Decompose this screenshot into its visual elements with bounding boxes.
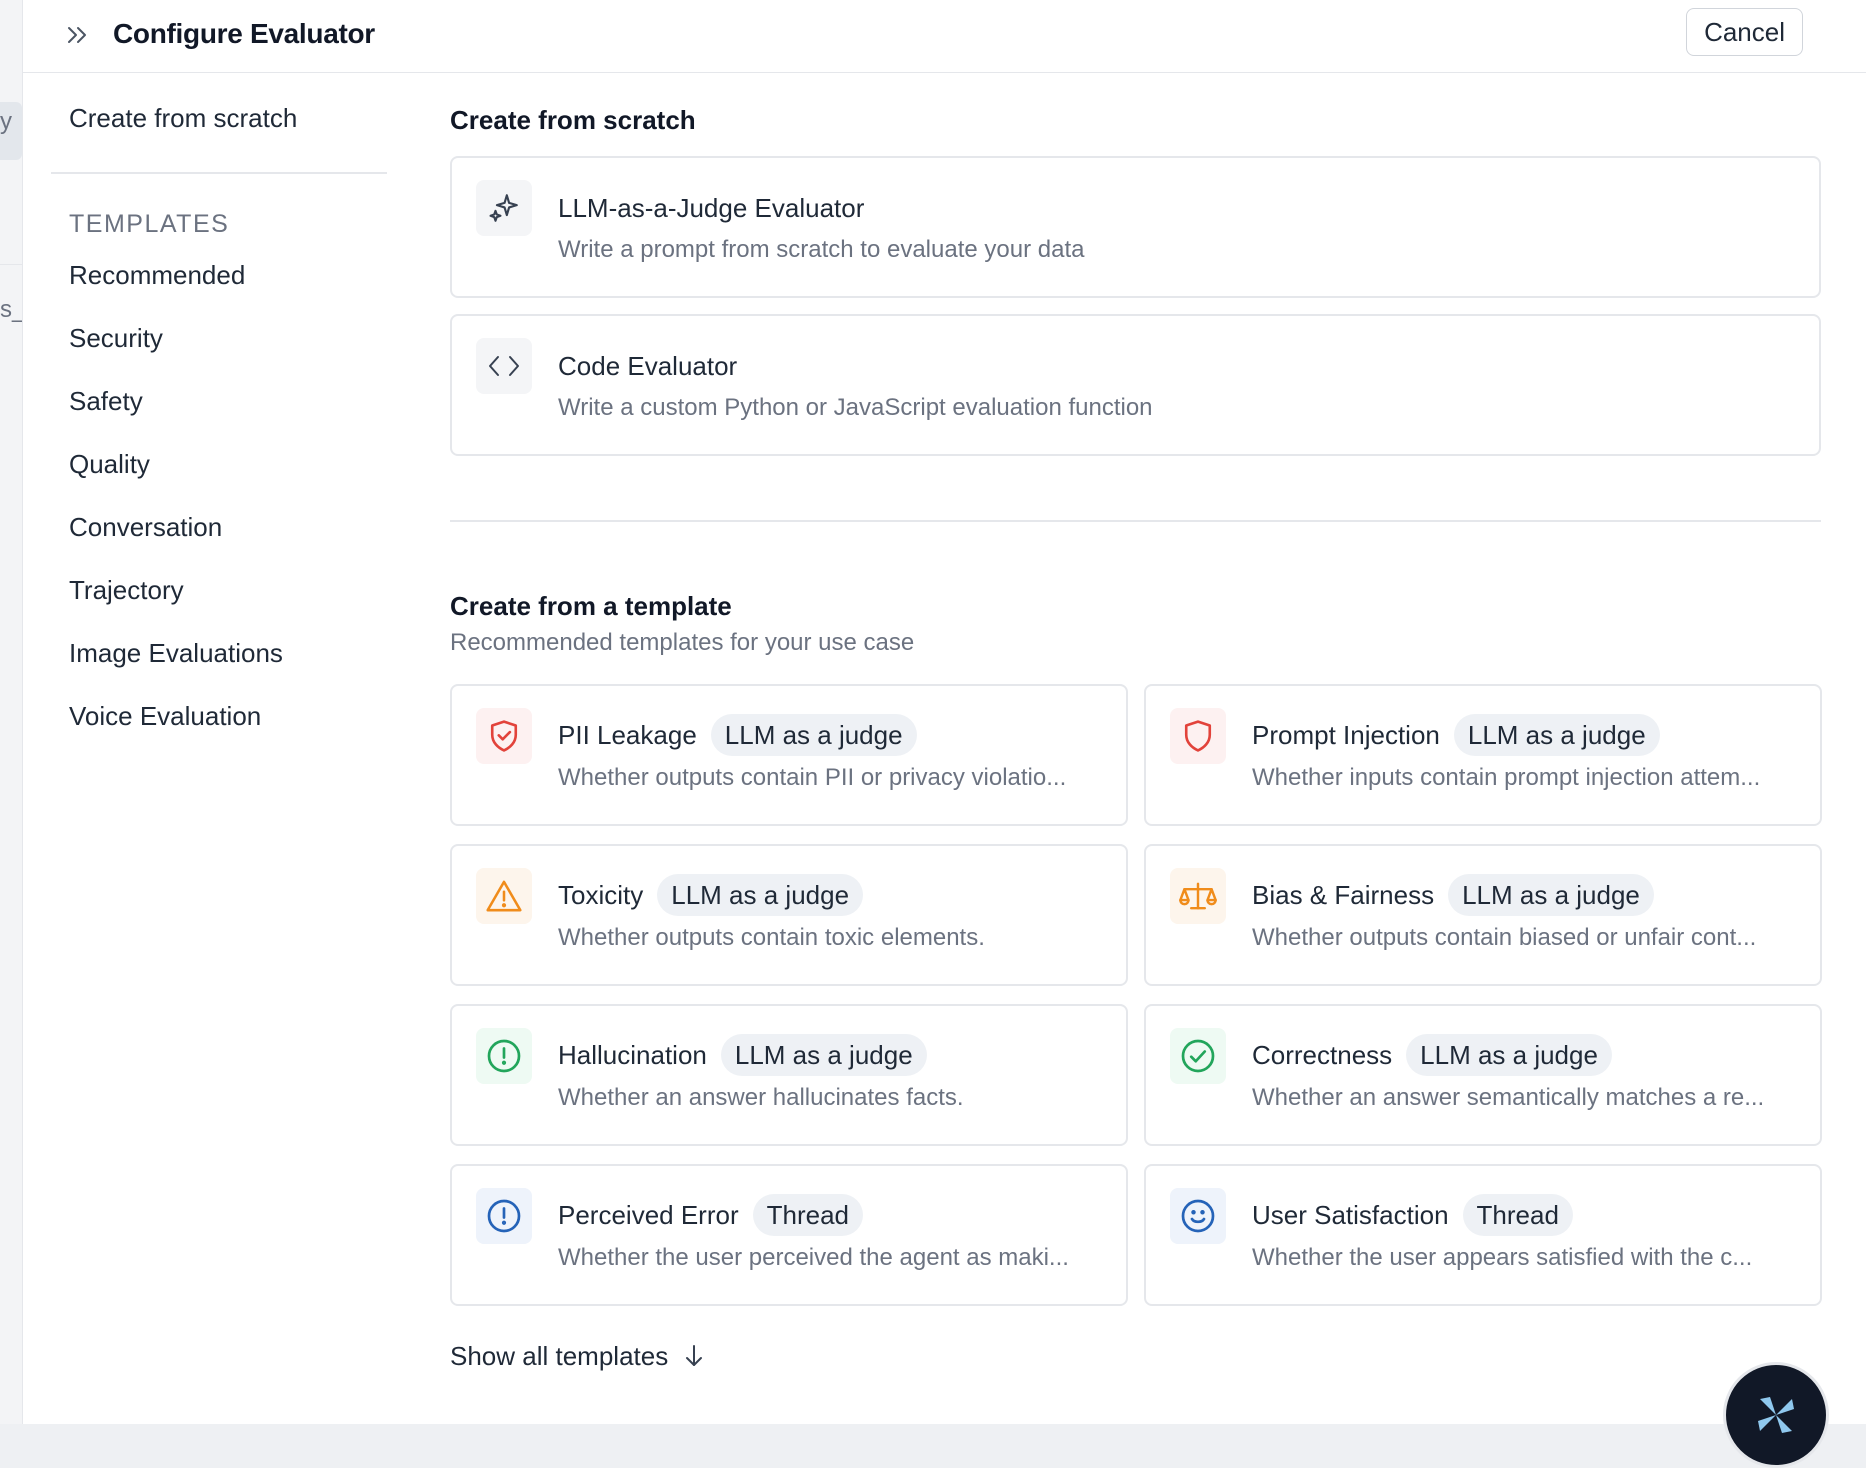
card-title-row: Bias & Fairness LLM as a judge xyxy=(1252,874,1654,916)
warning-icon xyxy=(486,880,522,912)
background-app: y s_ xyxy=(0,0,25,1424)
scratch-section-title: Create from scratch xyxy=(450,105,696,135)
chevrons-right-icon xyxy=(68,27,86,43)
template-card-pii-leakage[interactable]: PII Leakage LLM as a judge Whether outpu… xyxy=(450,684,1128,826)
page-title: Configure Evaluator xyxy=(113,18,375,49)
card-icon-container xyxy=(1170,708,1226,764)
card-title: Prompt Injection xyxy=(1252,720,1440,750)
card-title-row: PII Leakage LLM as a judge xyxy=(558,714,917,756)
card-description: Whether outputs contain PII or privacy v… xyxy=(558,764,1067,791)
card-title: Bias & Fairness xyxy=(1252,880,1435,910)
smile-icon xyxy=(1181,1199,1215,1233)
arrow-down-icon xyxy=(686,1345,703,1366)
section-divider xyxy=(450,520,1821,522)
evaluator-type-badge: LLM as a judge xyxy=(1448,874,1654,916)
template-card-bias-fairness[interactable]: Bias & Fairness LLM as a judge Whether o… xyxy=(1144,844,1822,986)
nav-item-voice-evaluation[interactable]: Voice Evaluation xyxy=(69,685,387,748)
card-title: PII Leakage xyxy=(558,720,697,750)
card-description: Whether outputs contain toxic elements. xyxy=(558,924,985,951)
card-description: Whether inputs contain prompt injection … xyxy=(1252,764,1761,791)
card-title: Code Evaluator xyxy=(558,351,738,381)
card-title: Toxicity xyxy=(558,880,644,910)
card-icon-container xyxy=(476,868,532,924)
template-grid: PII Leakage LLM as a judge Whether outpu… xyxy=(450,684,1822,1306)
card-description: Whether an answer semantically matches a… xyxy=(1252,1084,1765,1111)
assistant-logo-icon xyxy=(1758,1397,1794,1433)
alert-circle-icon xyxy=(487,1199,521,1233)
nav-item-recommended[interactable]: Recommended xyxy=(69,244,387,307)
evaluator-type-badge: LLM as a judge xyxy=(1453,714,1660,756)
main-content: Create from scratch LLM-as-a-Judge Evalu… xyxy=(450,100,1822,1376)
card-icon-container xyxy=(476,180,532,236)
card-description: Whether the user appears satisfied with … xyxy=(1252,1244,1753,1271)
card-description: Write a custom Python or JavaScript eval… xyxy=(558,394,1153,421)
template-card-toxicity[interactable]: Toxicity LLM as a judge Whether outputs … xyxy=(450,844,1128,986)
template-card-correctness[interactable]: Correctness LLM as a judge Whether an an… xyxy=(1144,1004,1822,1146)
evaluator-type-badge: LLM as a judge xyxy=(710,714,917,756)
card-icon-container xyxy=(1170,1028,1226,1084)
check-circle-icon xyxy=(1181,1039,1215,1073)
evaluator-type-badge: Thread xyxy=(752,1194,864,1236)
background-divider xyxy=(0,264,22,265)
evaluator-type-badge: LLM as a judge xyxy=(657,874,864,916)
card-icon-container xyxy=(476,708,532,764)
card-title-row: Perceived Error Thread xyxy=(558,1194,864,1236)
card-title: LLM-as-a-Judge Evaluator xyxy=(558,193,865,223)
card-icon-container xyxy=(476,1028,532,1084)
card-description: Write a prompt from scratch to evaluate … xyxy=(558,236,1085,263)
template-card-user-satisfaction[interactable]: User Satisfaction Thread Whether the use… xyxy=(1144,1164,1822,1306)
card-title-row: Hallucination LLM as a judge xyxy=(558,1034,927,1076)
nav-item-safety[interactable]: Safety xyxy=(69,370,387,433)
card-icon-container xyxy=(1170,1188,1226,1244)
code-icon xyxy=(489,356,519,376)
card-title-row: Prompt Injection LLM as a judge xyxy=(1252,714,1660,756)
cancel-button[interactable]: Cancel xyxy=(1686,8,1803,56)
card-title: Hallucination xyxy=(558,1040,707,1070)
assistant-launcher-button[interactable] xyxy=(1723,1362,1829,1468)
card-title-row: Toxicity LLM as a judge xyxy=(558,874,864,916)
template-category-nav: Create from scratch TEMPLATES Recommende… xyxy=(51,100,387,748)
card-description: Whether an answer hallucinates facts. xyxy=(558,1084,964,1111)
evaluator-type-badge: LLM as a judge xyxy=(720,1034,927,1076)
card-description: Whether outputs contain biased or unfair… xyxy=(1252,924,1757,951)
sparkles-icon xyxy=(489,194,518,222)
card-icon-container xyxy=(1170,868,1226,924)
card-title: User Satisfaction xyxy=(1252,1200,1449,1230)
template-section-title: Create from a template xyxy=(450,591,732,621)
shield-check-icon xyxy=(490,720,518,752)
nav-item-image-evaluations[interactable]: Image Evaluations xyxy=(69,622,387,685)
scale-icon xyxy=(1179,882,1217,910)
evaluator-type-badge: LLM as a judge xyxy=(1406,1034,1612,1076)
nav-item-quality[interactable]: Quality xyxy=(69,433,387,496)
show-all-templates-button[interactable]: Show all templates xyxy=(450,1336,706,1376)
nav-item-conversation[interactable]: Conversation xyxy=(69,496,387,559)
card-title-row: Correctness LLM as a judge xyxy=(1252,1034,1612,1076)
code-evaluator-card[interactable]: Code Evaluator Write a custom Python or … xyxy=(450,314,1821,456)
collapse-panel-button[interactable] xyxy=(61,18,95,52)
card-icon-container xyxy=(476,338,532,394)
background-text-fragment: y xyxy=(0,108,12,135)
llm-judge-evaluator-card[interactable]: LLM-as-a-Judge Evaluator Write a prompt … xyxy=(450,156,1821,298)
card-title: Perceived Error xyxy=(558,1200,739,1230)
panel-header: Configure Evaluator Cancel xyxy=(23,0,1866,73)
nav-create-from-scratch[interactable]: Create from scratch xyxy=(51,100,387,174)
template-card-hallucination[interactable]: Hallucination LLM as a judge Whether an … xyxy=(450,1004,1128,1146)
templates-heading: TEMPLATES xyxy=(69,210,230,238)
alert-circle-icon xyxy=(487,1039,521,1073)
card-title: Correctness xyxy=(1252,1040,1393,1070)
card-title-row: User Satisfaction Thread xyxy=(1252,1194,1573,1236)
nav-item-trajectory[interactable]: Trajectory xyxy=(69,559,387,622)
shield-icon xyxy=(1184,720,1212,752)
evaluator-type-badge: Thread xyxy=(1462,1194,1573,1236)
template-card-prompt-injection[interactable]: Prompt Injection LLM as a judge Whether … xyxy=(1144,684,1822,826)
card-description: Whether the user perceived the agent as … xyxy=(558,1244,1069,1271)
nav-item-security[interactable]: Security xyxy=(69,307,387,370)
configure-evaluator-panel: Configure Evaluator Cancel Create from s… xyxy=(22,0,1866,1468)
template-card-perceived-error[interactable]: Perceived Error Thread Whether the user … xyxy=(450,1164,1128,1306)
show-all-label: Show all templates xyxy=(450,1341,669,1371)
card-icon-container xyxy=(476,1188,532,1244)
template-section-subtitle: Recommended templates for your use case xyxy=(450,629,915,656)
